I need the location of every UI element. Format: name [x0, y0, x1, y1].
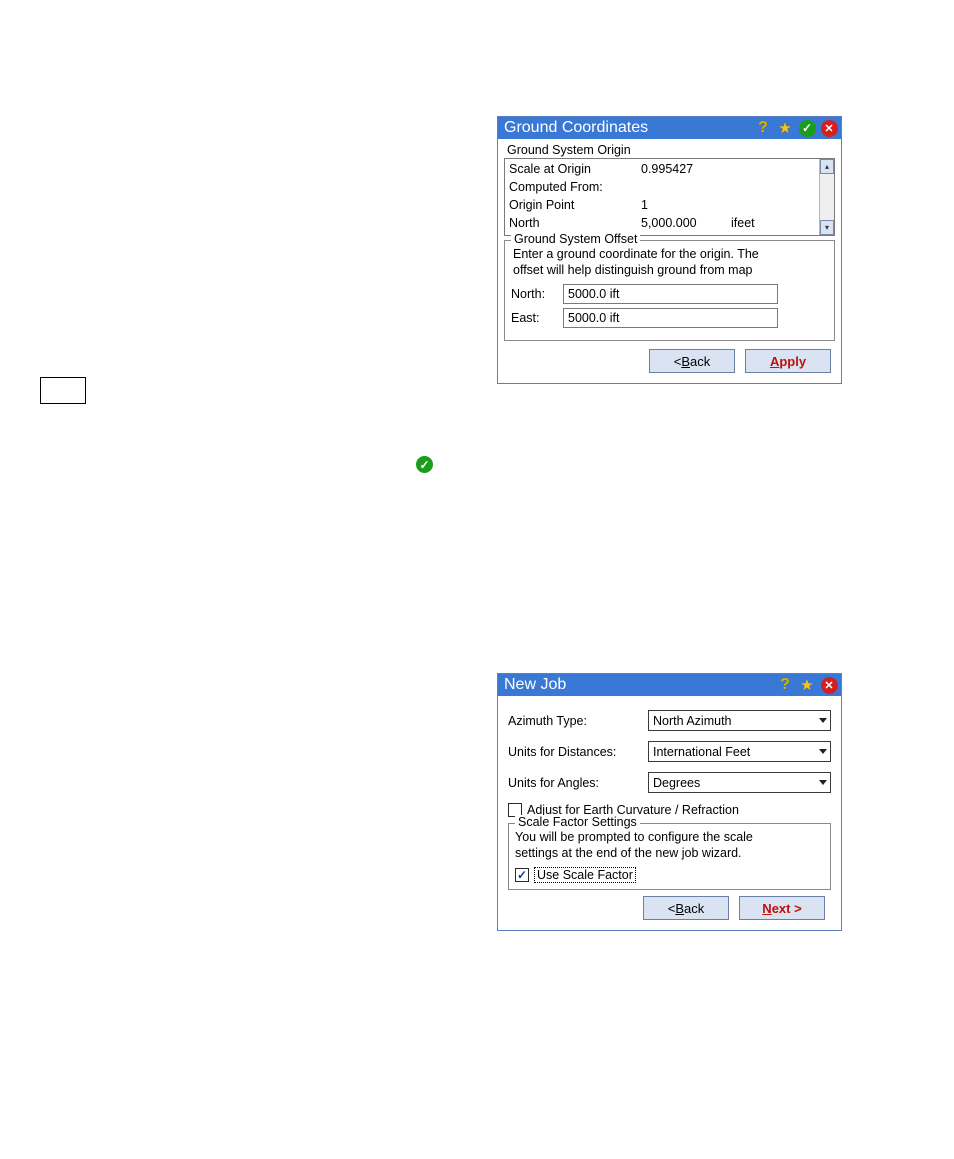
window-title: Ground Coordinates [504, 119, 750, 137]
distance-units-label: Units for Distances: [508, 745, 648, 759]
dropdown-value: International Feet [649, 745, 815, 759]
dropdown-value: North Azimuth [649, 714, 815, 728]
sf-desc-line1: You will be prompted to configure the sc… [515, 830, 753, 844]
table-row: North 5,000.000 ifeet [509, 214, 816, 232]
table-row: Scale at Origin 0.995427 [509, 160, 816, 178]
vertical-scrollbar[interactable]: ▴ ▾ [819, 159, 834, 235]
empty-box [40, 377, 86, 404]
azimuth-type-dropdown[interactable]: North Azimuth [648, 710, 831, 731]
chevron-down-icon[interactable] [815, 711, 830, 730]
scale-factor-description: You will be prompted to configure the sc… [515, 830, 824, 861]
next-button[interactable]: Next > [739, 896, 825, 920]
new-job-window: New Job ? ★ ✕ Azimuth Type: North Azimut… [497, 673, 842, 931]
origin-data-panel: Scale at Origin 0.995427 Computed From: … [504, 158, 835, 236]
angle-units-label: Units for Angles: [508, 776, 648, 790]
distance-units-dropdown[interactable]: International Feet [648, 741, 831, 762]
help-icon[interactable]: ? [754, 119, 772, 137]
table-row: Computed From: [509, 178, 816, 196]
north-label: North: [511, 287, 563, 301]
scale-factor-group: Scale Factor Settings You will be prompt… [508, 823, 831, 890]
angle-units-dropdown[interactable]: Degrees [648, 772, 831, 793]
scroll-down-icon[interactable]: ▾ [820, 220, 834, 235]
row-value: 5,000.000 [641, 216, 731, 230]
dropdown-value: Degrees [649, 776, 815, 790]
azimuth-type-label: Azimuth Type: [508, 714, 648, 728]
apply-button[interactable]: Apply [745, 349, 831, 373]
row-label: Origin Point [509, 198, 641, 212]
scroll-track[interactable] [820, 174, 834, 220]
table-row: Origin Point 1 [509, 196, 816, 214]
ground-coordinates-window: Ground Coordinates ? ★ ✓ ✕ Ground System… [497, 116, 842, 384]
titlebar: New Job ? ★ ✕ [498, 674, 841, 696]
row-value: 0.995427 [641, 162, 731, 176]
help-icon[interactable]: ? [776, 676, 794, 694]
back-button[interactable]: < Back [649, 349, 735, 373]
ground-offset-group: Ground System Offset Enter a ground coor… [504, 240, 835, 341]
east-input[interactable] [563, 308, 778, 328]
offset-desc-line1: Enter a ground coordinate for the origin… [513, 247, 759, 261]
back-button[interactable]: < Back [643, 896, 729, 920]
scale-factor-legend: Scale Factor Settings [515, 815, 640, 829]
east-label: East: [511, 311, 563, 325]
offset-legend: Ground System Offset [511, 232, 640, 246]
chevron-down-icon[interactable] [815, 773, 830, 792]
sf-desc-line2: settings at the end of the new job wizar… [515, 846, 742, 860]
offset-description: Enter a ground coordinate for the origin… [513, 247, 828, 278]
use-scale-factor-label: Use Scale Factor [534, 867, 636, 883]
north-input[interactable] [563, 284, 778, 304]
favorite-star-icon[interactable]: ★ [798, 676, 816, 694]
window-title: New Job [504, 676, 772, 694]
row-label: Scale at Origin [509, 162, 641, 176]
ok-icon[interactable]: ✓ [798, 119, 816, 137]
row-label: Computed From: [509, 180, 641, 194]
close-icon[interactable]: ✕ [820, 676, 838, 694]
ok-check-icon: ✓ [416, 456, 433, 473]
origin-section-label: Ground System Origin [502, 141, 837, 158]
titlebar: Ground Coordinates ? ★ ✓ ✕ [498, 117, 841, 139]
offset-desc-line2: offset will help distinguish ground from… [513, 263, 752, 277]
scroll-up-icon[interactable]: ▴ [820, 159, 834, 174]
chevron-down-icon[interactable] [815, 742, 830, 761]
row-value: 1 [641, 198, 731, 212]
row-label: North [509, 216, 641, 230]
use-scale-factor-checkbox[interactable]: ✓ [515, 868, 529, 882]
favorite-star-icon[interactable]: ★ [776, 119, 794, 137]
row-unit: ifeet [731, 216, 816, 230]
close-icon[interactable]: ✕ [820, 119, 838, 137]
